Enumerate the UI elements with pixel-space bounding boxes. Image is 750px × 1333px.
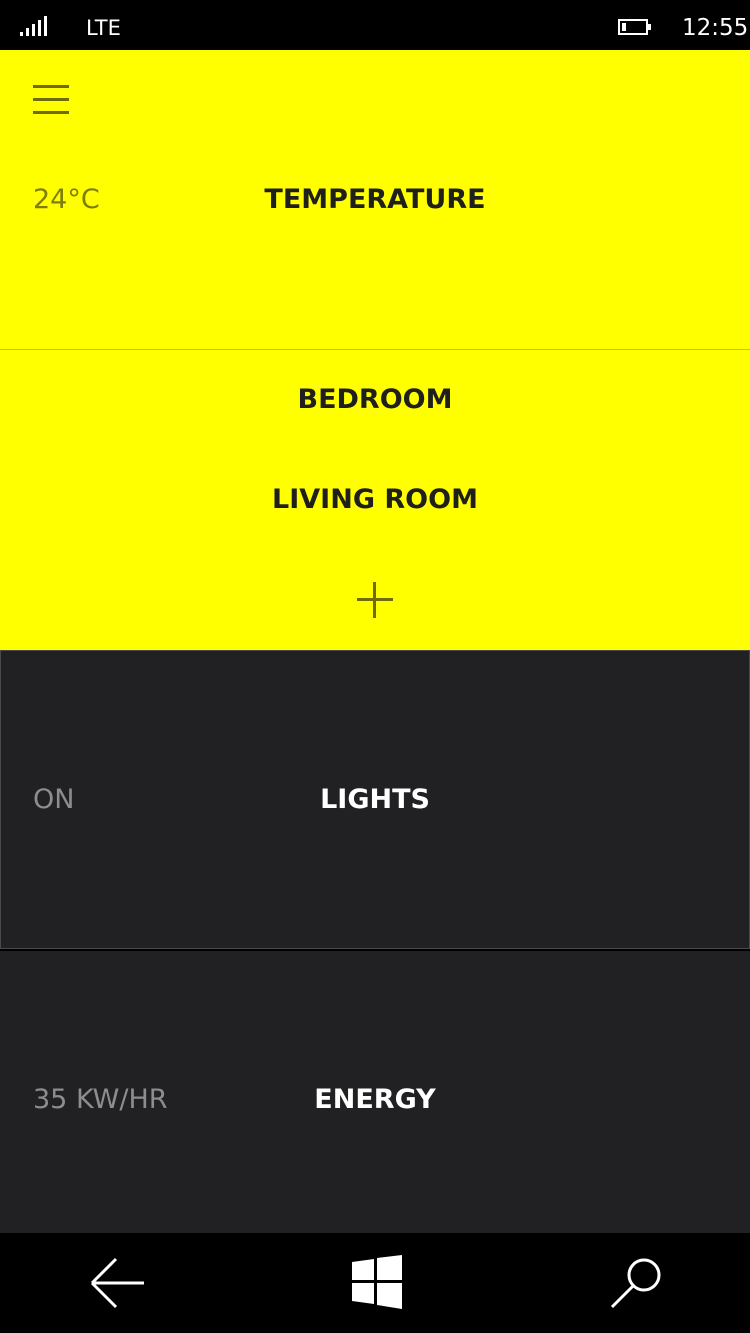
back-arrow-icon[interactable] xyxy=(88,1255,148,1311)
network-type: LTE xyxy=(86,16,121,40)
hamburger-menu-icon[interactable] xyxy=(33,82,69,118)
divider xyxy=(0,349,750,350)
search-icon[interactable] xyxy=(606,1253,666,1313)
temperature-panel xyxy=(0,50,750,650)
plus-icon[interactable] xyxy=(355,580,395,620)
clock: 12:55 xyxy=(682,15,749,41)
room-item-bedroom[interactable]: BEDROOM xyxy=(0,383,750,417)
temperature-title[interactable]: TEMPERATURE xyxy=(0,183,750,217)
lights-title: LIGHTS xyxy=(320,784,430,815)
signal-icon xyxy=(20,16,47,36)
status-bar: LTE 12:55 xyxy=(0,0,750,50)
energy-title: ENERGY xyxy=(314,1084,436,1115)
room-item-living-room[interactable]: LIVING ROOM xyxy=(0,483,750,517)
windows-start-icon[interactable] xyxy=(348,1254,406,1310)
battery-icon xyxy=(618,19,651,35)
